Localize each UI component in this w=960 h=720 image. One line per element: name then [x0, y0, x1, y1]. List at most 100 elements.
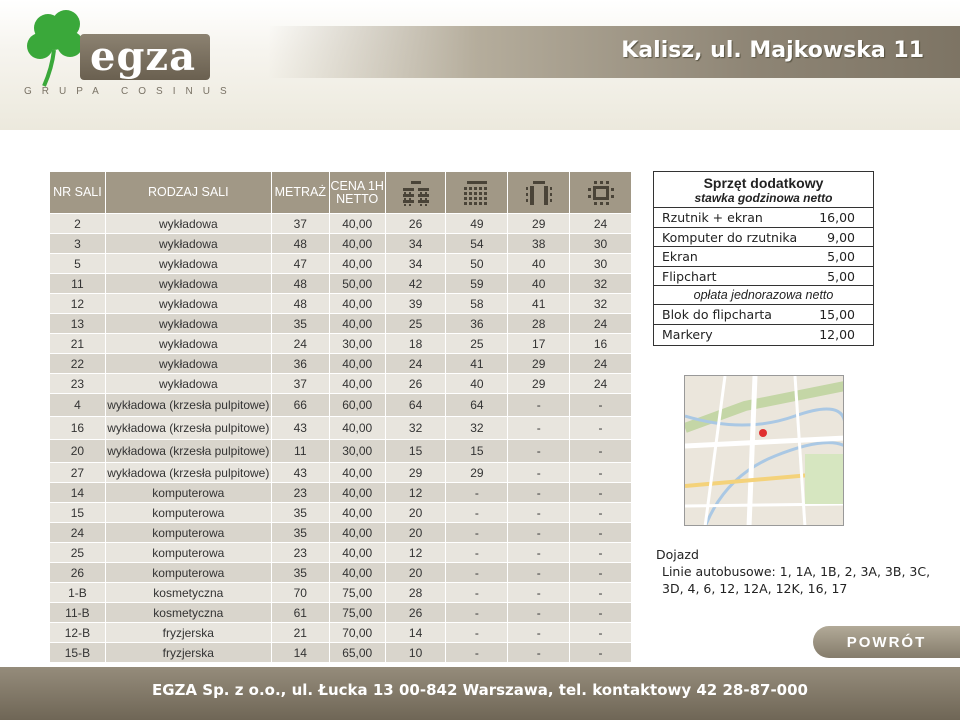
- room-price: 40,00: [328, 313, 386, 334]
- header-classroom: [384, 171, 447, 214]
- back-button[interactable]: POWRÓT: [813, 626, 960, 658]
- room-price: 40,00: [328, 293, 386, 314]
- u-shape-layout-icon: [525, 180, 552, 205]
- table-row: 3 wykładowa 48 40,00 34 54 38 30: [49, 233, 632, 254]
- table-row: 13 wykładowa 35 40,00 25 36 28 24: [49, 313, 632, 334]
- capacity-boardroom: 24: [569, 353, 632, 374]
- equipment-price: 15,00: [819, 307, 855, 323]
- room-number: 23: [49, 373, 106, 394]
- table-row: 4 wykładowa (krzesła pulpitowe) 66 60,00 64 6…: [49, 393, 632, 417]
- room-area: 48: [270, 273, 330, 294]
- capacity-u-shape: -: [507, 562, 571, 583]
- capacity-u-shape: 28: [507, 313, 571, 334]
- equipment-price: 16,00: [819, 210, 855, 225]
- table-row: 12-B fryzjerska 21 70,00 14- - -: [49, 622, 632, 643]
- room-type: wykładowa: [104, 213, 272, 234]
- capacity-boardroom: 32: [569, 273, 632, 294]
- equipment-row: Rzutnik + ekran 16,00: [654, 208, 873, 228]
- capacity-u-shape: -: [507, 582, 571, 603]
- room-area: 61: [270, 602, 330, 623]
- capacity-boardroom: 32: [569, 293, 632, 314]
- room-price: 40,00: [328, 373, 386, 394]
- room-price: 40,00: [328, 502, 386, 523]
- capacity-classroom: 14: [384, 622, 447, 643]
- capacity-classroom: 12: [384, 482, 447, 503]
- capacity-classroom: 28: [384, 582, 447, 603]
- header-u-shape: [507, 171, 571, 214]
- table-row: 16 wykładowa (krzesła pulpitowe) 43 40,00 32…: [49, 416, 632, 440]
- room-type: wykładowa: [104, 333, 272, 354]
- room-number: 13: [49, 313, 106, 334]
- equipment-row: Blok do flipcharta 15,00: [654, 305, 873, 325]
- room-area: 11: [270, 439, 330, 463]
- room-price: 50,00: [328, 273, 386, 294]
- equipment-label: Markery: [662, 326, 713, 342]
- room-number: 15: [49, 502, 106, 523]
- capacity-u-shape: 41: [507, 293, 571, 314]
- capacity-classroom: 20: [384, 562, 447, 583]
- table-row: 22 wykładowa 36 40,00 24 41 29 24: [49, 353, 632, 374]
- room-price: 40,00: [328, 353, 386, 374]
- capacity-theater: 36: [445, 313, 509, 334]
- room-price: 40,00: [328, 213, 386, 234]
- header-rodzaj-sali: RODZAJ SALI: [104, 171, 272, 214]
- room-area: 24: [270, 333, 330, 354]
- egza-logo[interactable]: egza GRUPA COSINUS: [18, 6, 227, 98]
- location-map[interactable]: [684, 375, 844, 526]
- room-price: 40,00: [328, 233, 386, 254]
- capacity-classroom: 26: [384, 602, 447, 623]
- room-number: 21: [49, 333, 106, 354]
- room-area: 43: [270, 462, 330, 483]
- equipment-row: Ekran 5,00: [654, 247, 873, 267]
- room-number: 25: [49, 542, 106, 563]
- room-area: 23: [270, 542, 330, 563]
- table-row: 14 komputerowa 23 40,00 12- - -: [49, 482, 632, 503]
- room-type: fryzjerska: [104, 622, 272, 643]
- theater-layout-icon: [463, 180, 487, 205]
- room-type: kosmetyczna: [104, 582, 272, 603]
- room-area: 35: [270, 502, 330, 523]
- table-row: 21 wykładowa 24 30,00 18 25 17 16: [49, 333, 632, 354]
- room-type: wykładowa: [104, 373, 272, 394]
- equipment-row: Markery 12,00: [654, 325, 873, 345]
- room-number: 11: [49, 273, 106, 294]
- capacity-classroom: 26: [384, 213, 447, 234]
- capacity-u-shape: -: [507, 542, 571, 563]
- capacity-boardroom: -: [569, 522, 632, 543]
- capacity-boardroom: 16: [569, 333, 632, 354]
- room-type: komputerowa: [104, 502, 272, 523]
- room-number: 15-B: [49, 642, 106, 663]
- capacity-boardroom: 30: [569, 253, 632, 274]
- capacity-u-shape: 29: [507, 373, 571, 394]
- capacity-theater: 49: [445, 213, 509, 234]
- capacity-theater: -: [445, 482, 509, 503]
- room-price: 40,00: [328, 562, 386, 583]
- capacity-theater: 50: [445, 253, 509, 274]
- equipment-price: 5,00: [827, 268, 855, 284]
- table-row: 11-B kosmetyczna 61 75,00 26- - -: [49, 602, 632, 623]
- room-number: 22: [49, 353, 106, 374]
- capacity-u-shape: -: [507, 602, 571, 623]
- capacity-classroom: 25: [384, 313, 447, 334]
- equipment-label: Rzutnik + ekran: [662, 210, 763, 225]
- room-number: 1-B: [49, 582, 106, 603]
- room-area: 23: [270, 482, 330, 503]
- map-graphic: [685, 376, 843, 525]
- capacity-classroom: 24: [384, 353, 447, 374]
- room-type: kosmetyczna: [104, 602, 272, 623]
- equipment-row: Komputer do rzutnika 9,00: [654, 228, 873, 248]
- capacity-u-shape: -: [507, 482, 571, 503]
- capacity-u-shape: 17: [507, 333, 571, 354]
- capacity-boardroom: -: [569, 502, 632, 523]
- capacity-theater: -: [445, 542, 509, 563]
- capacity-boardroom: 24: [569, 313, 632, 334]
- room-price: 70,00: [328, 622, 386, 643]
- room-number: 14: [49, 482, 106, 503]
- equipment-subtitle: stawka godzinowa netto: [654, 191, 873, 208]
- room-price: 75,00: [328, 582, 386, 603]
- capacity-boardroom: 30: [569, 233, 632, 254]
- room-price: 75,00: [328, 602, 386, 623]
- room-type: wykładowa (krzesła pulpitowe): [104, 416, 272, 440]
- room-type: wykładowa (krzesła pulpitowe): [104, 439, 272, 463]
- capacity-theater: 54: [445, 233, 509, 254]
